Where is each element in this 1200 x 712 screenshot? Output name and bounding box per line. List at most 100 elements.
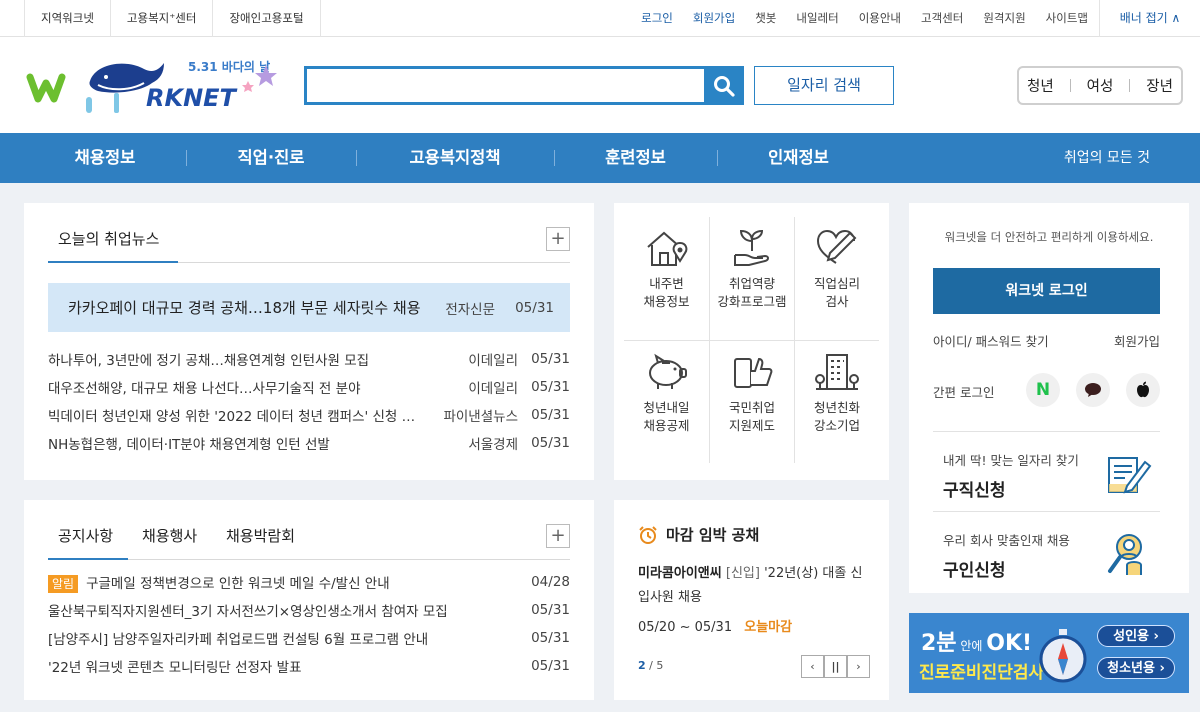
prev-button[interactable]: ‹ bbox=[801, 655, 824, 678]
quick-item-nearby-jobs[interactable]: 내주변 채용정보 bbox=[624, 217, 709, 340]
seeker-caption: 내게 딱! 맞는 일자리 찾기 bbox=[943, 453, 1079, 468]
banner-headline-mid: 안에 bbox=[956, 639, 987, 653]
quick-menu-panel: 내주변 채용정보 취업역량 강화프로그램 직업심리 검사 청년내일 채용공제 국… bbox=[614, 203, 889, 480]
notice-date: 04/28 bbox=[531, 574, 570, 590]
pause-icon: || bbox=[831, 660, 840, 673]
notice-panel: 공지사항 채용행사 채용박람회 + 알림 구글메일 정책변경으로 인한 워크넷 메… bbox=[24, 500, 594, 700]
worknet-logo[interactable]: 5.31 바다의 날 RKNET bbox=[26, 47, 288, 123]
banner-collapse-button[interactable]: 배너 접기 ∧ bbox=[1099, 0, 1200, 37]
nav-item-talent[interactable]: 인재정보 bbox=[717, 133, 880, 183]
person-magnifier-icon bbox=[1108, 534, 1142, 575]
youth-button[interactable]: 청소년용 › bbox=[1097, 657, 1175, 679]
banner-headline-ok: OK! bbox=[986, 631, 1033, 656]
seeker-registration-link[interactable]: 내게 딱! 맞는 일자리 찾기 구직신청 bbox=[943, 450, 1079, 501]
join-link[interactable]: 회원가입 bbox=[683, 0, 745, 37]
apple-login-button[interactable] bbox=[1126, 373, 1160, 407]
sitemap-link[interactable]: 사이트맵 bbox=[1036, 0, 1098, 37]
naver-login-button[interactable]: N bbox=[1026, 373, 1060, 407]
news-highlight-title: 카카오페이 대규모 경력 공채…18개 부문 세자릿수 채용 bbox=[68, 299, 421, 317]
link-welfare-center[interactable]: 고용복지⁺센터 bbox=[111, 0, 214, 37]
news-title: 빅데이터 청년인재 양성 위한 '2022 데이터 청년 캠퍼스' 신청 접수 bbox=[48, 409, 427, 425]
banner-headline-time: 2분 bbox=[921, 631, 957, 656]
tab-youth[interactable]: 청년 bbox=[1027, 75, 1054, 96]
quick-item-national-support[interactable]: 국민취업 지원제도 bbox=[709, 341, 794, 463]
kakao-login-button[interactable] bbox=[1076, 373, 1110, 407]
house-location-icon bbox=[646, 231, 687, 266]
news-more-button[interactable]: + bbox=[546, 227, 570, 251]
job-period: 05/20 ~ 05/31 bbox=[638, 620, 733, 635]
news-date: 05/31 bbox=[531, 379, 570, 395]
search-button[interactable] bbox=[704, 66, 744, 105]
remote-support-link[interactable]: 원격지원 bbox=[973, 0, 1035, 37]
notice-title: '22년 워크넷 콘텐츠 모니터링단 선정자 발표 bbox=[48, 660, 302, 676]
employer-caption: 우리 회사 맞춤인재 채용 bbox=[943, 533, 1070, 548]
quick-item-youth-savings[interactable]: 청년내일 채용공제 bbox=[624, 341, 709, 463]
deadline-dates-row: 05/20 ~ 05/31 오늘마감 bbox=[638, 616, 792, 635]
employer-title: 구인신청 bbox=[943, 561, 1006, 581]
login-panel: 워크넷을 더 안전하고 편리하게 이용하세요. 워크넷 로그인 아이디/ 패스워… bbox=[909, 203, 1189, 593]
main-navigation: 채용정보 직업·진로 고용복지정책 훈련정보 인재정보 취업의 모든 것 bbox=[0, 133, 1200, 183]
deadline-job-item[interactable]: 미라콤아이앤씨 [신입] '22년(상) 대졸 신입사원 채용 bbox=[638, 562, 868, 610]
tab-women[interactable]: 여성 bbox=[1087, 75, 1114, 96]
adult-button[interactable]: 성인용 › bbox=[1097, 625, 1175, 647]
quick-item-label: 국민취업 지원제도 bbox=[728, 400, 775, 433]
deadline-pager: 2 / 5 bbox=[638, 659, 663, 672]
employer-registration-link[interactable]: 우리 회사 맞춤인재 채용 구인신청 bbox=[943, 530, 1070, 581]
news-title: 하나투어, 3년만에 정기 공채…채용연계형 인턴사원 모집 bbox=[48, 353, 370, 369]
alert-badge: 알림 bbox=[48, 574, 79, 593]
worknet-login-button[interactable]: 워크넷 로그인 bbox=[933, 268, 1160, 314]
tab-hiring-events[interactable]: 채용행사 bbox=[142, 524, 197, 560]
svg-text:5.31 바다의 날: 5.31 바다의 날 bbox=[188, 59, 270, 74]
plus-icon: + bbox=[550, 525, 566, 546]
notice-date: 05/31 bbox=[531, 630, 570, 646]
tab-job-fairs[interactable]: 채용박람회 bbox=[226, 524, 295, 560]
divider bbox=[1129, 79, 1131, 92]
news-title: 대우조선해양, 대규모 채용 나선다…사무기술직 전 분야 bbox=[48, 381, 361, 397]
tab-today-news[interactable]: 오늘의 취업뉴스 bbox=[48, 227, 178, 263]
news-row[interactable]: NH농협은행, 데이터·IT분야 채용연계형 인턴 선발 서울경제 05/31 bbox=[48, 429, 570, 457]
job-search-button[interactable]: 일자리 검색 bbox=[754, 66, 894, 105]
apple-icon bbox=[1137, 381, 1149, 398]
career-test-banner[interactable]: 2분 안에 OK! 진로준비진단검사 성인용 › 청소년용 › bbox=[909, 613, 1189, 693]
nav-item-training[interactable]: 훈련정보 bbox=[554, 133, 717, 183]
tab-notice[interactable]: 공지사항 bbox=[48, 524, 128, 560]
link-local-worknet[interactable]: 지역워크넷 bbox=[25, 0, 111, 37]
banner-subtitle: 진로준비진단검사 bbox=[919, 663, 1045, 683]
news-row[interactable]: 빅데이터 청년인재 양성 위한 '2022 데이터 청년 캠퍼스' 신청 접수 … bbox=[48, 401, 570, 429]
newsletter-link[interactable]: 내일레터 bbox=[786, 0, 848, 37]
quick-item-label: 청년친화 강소기업 bbox=[813, 400, 860, 433]
nav-item-jobs[interactable]: 채용정보 bbox=[24, 133, 186, 183]
chatbot-link[interactable]: 챗봇 bbox=[745, 0, 786, 37]
news-highlight-item[interactable]: 카카오페이 대규모 경력 공채…18개 부문 세자릿수 채용 전자신문 05/3… bbox=[48, 283, 570, 332]
notice-row[interactable]: 알림 구글메일 정책변경으로 인한 워크넷 메일 수/발신 안내 04/28 bbox=[48, 568, 570, 596]
quick-item-psych-test[interactable]: 직업심리 검사 bbox=[794, 217, 879, 340]
tab-senior[interactable]: 장년 bbox=[1146, 75, 1173, 96]
join-link[interactable]: 회원가입 bbox=[1114, 331, 1160, 350]
guide-link[interactable]: 이용안내 bbox=[849, 0, 911, 37]
chevron-left-icon: ‹ bbox=[810, 660, 815, 673]
quick-item-youth-friendly-company[interactable]: 청년친화 강소기업 bbox=[794, 341, 879, 463]
news-row[interactable]: 하나투어, 3년만에 정기 공채…채용연계형 인턴사원 모집 이데일리 05/3… bbox=[48, 345, 570, 373]
login-link[interactable]: 로그인 bbox=[631, 0, 683, 37]
notice-row[interactable]: 울산북구퇴직자지원센터_3기 자서전쓰기×영상인생소개서 참여자 모집 05/3… bbox=[48, 596, 570, 624]
search-input[interactable] bbox=[307, 69, 707, 102]
speech-bubble-icon bbox=[1085, 383, 1101, 397]
news-row[interactable]: 대우조선해양, 대규모 채용 나선다…사무기술직 전 분야 이데일리 05/31 bbox=[48, 373, 570, 401]
customer-center-link[interactable]: 고객센터 bbox=[911, 0, 973, 37]
notice-row[interactable]: [남양주시] 남양주일자리카페 취업로드맵 컨설팅 6월 프로그램 안내 05/… bbox=[48, 624, 570, 652]
deadline-title: 마감 임박 공채 bbox=[666, 526, 760, 544]
notice-more-button[interactable]: + bbox=[546, 524, 570, 548]
building-icon bbox=[815, 354, 859, 390]
notice-row[interactable]: '22년 워크넷 콘텐츠 모니터링단 선정자 발표 05/31 bbox=[48, 652, 570, 680]
pause-button[interactable]: || bbox=[824, 655, 847, 678]
divider bbox=[933, 431, 1160, 432]
nav-item-welfare-policy[interactable]: 고용복지정책 bbox=[356, 133, 554, 183]
news-highlight-source: 전자신문 bbox=[445, 301, 495, 318]
nav-all-button[interactable]: 취업의 모든 것 bbox=[1064, 133, 1150, 183]
divider bbox=[1069, 79, 1071, 92]
next-button[interactable]: › bbox=[847, 655, 870, 678]
nav-item-career[interactable]: 직업·진로 bbox=[186, 133, 356, 183]
find-account-link[interactable]: 아이디/ 패스워드 찾기 bbox=[933, 331, 1049, 350]
quick-item-competency-program[interactable]: 취업역량 강화프로그램 bbox=[709, 217, 794, 340]
link-disabled-portal[interactable]: 장애인고용포털 bbox=[213, 0, 321, 37]
